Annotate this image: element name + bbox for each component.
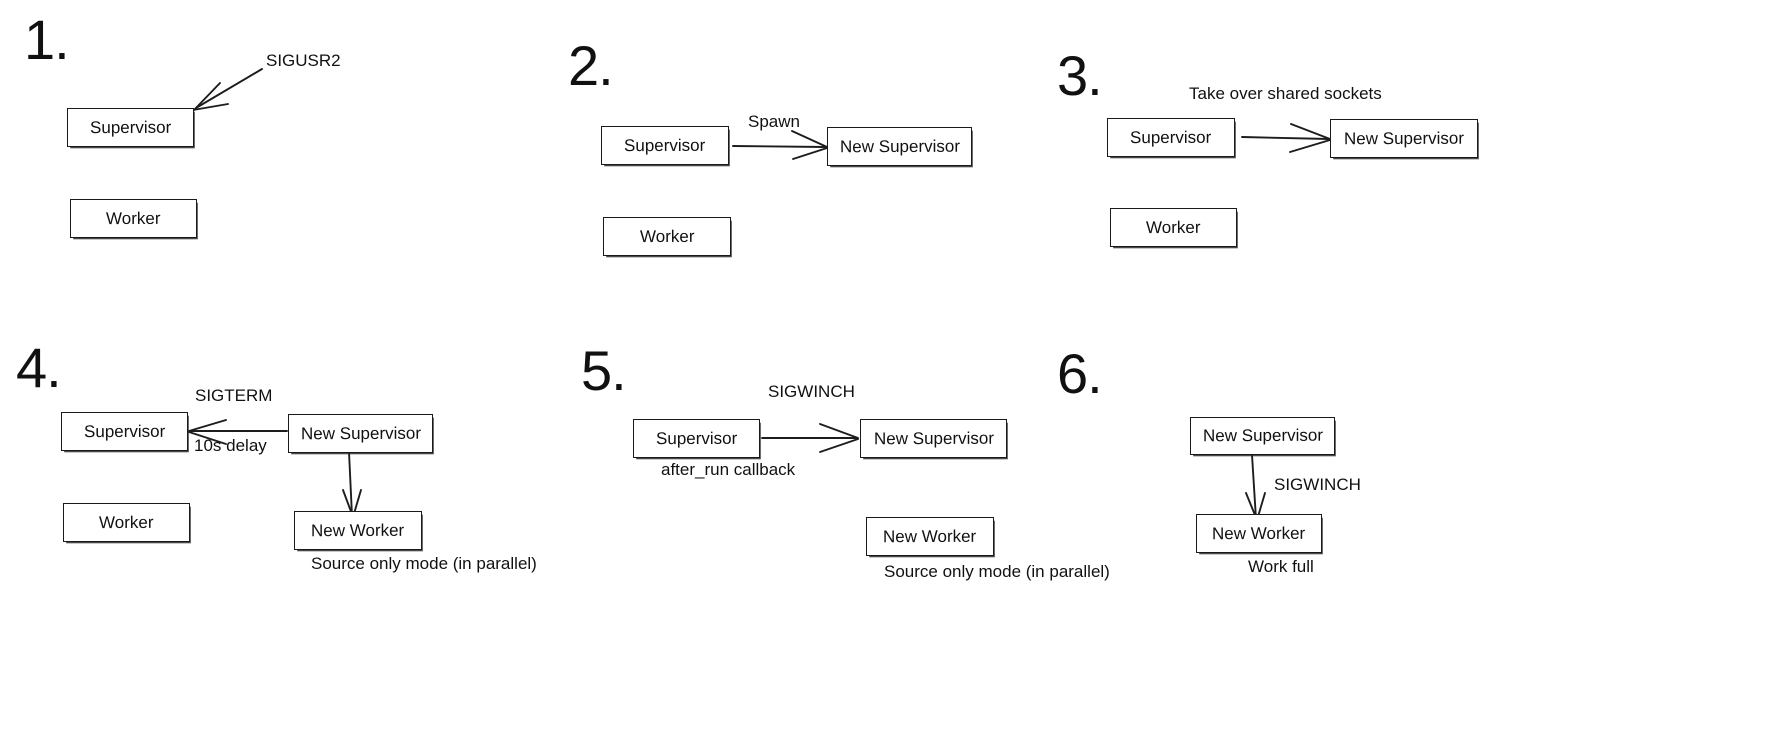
node-label: New Worker: [1212, 523, 1306, 543]
node-new-supervisor-6[interactable]: New Supervisor: [1190, 417, 1335, 455]
arrow-sigwinch-6: [1245, 454, 1266, 521]
node-new-supervisor-4[interactable]: New Supervisor: [288, 414, 433, 453]
panel-2-step-number: 2.: [568, 34, 614, 97]
panel-6-step-number: 6.: [1057, 342, 1103, 405]
panel-5-step-number: 5.: [581, 339, 627, 402]
node-new-supervisor-3[interactable]: New Supervisor: [1330, 119, 1478, 158]
node-label: Supervisor: [655, 428, 738, 448]
node-new-supervisor-2[interactable]: New Supervisor: [827, 127, 972, 166]
panel-3-step-number: 3.: [1057, 44, 1103, 107]
edge-label-sigwinch-6: SIGWINCH: [1274, 475, 1361, 494]
edge-label-sigterm: SIGTERM: [195, 386, 273, 405]
edge-label-spawn: Spawn: [748, 112, 800, 131]
node-label: Supervisor: [624, 135, 706, 155]
node-supervisor-1[interactable]: Supervisor: [67, 108, 194, 147]
node-worker-3[interactable]: Worker: [1110, 208, 1237, 247]
node-label: Worker: [106, 208, 161, 228]
node-label: New Supervisor: [1343, 128, 1465, 148]
node-label: Worker: [1146, 217, 1201, 237]
node-label: Supervisor: [89, 117, 172, 137]
node-label: Supervisor: [1130, 127, 1212, 147]
panel-1-step-number: 1.: [24, 8, 70, 71]
caption-source-only-mode-4: Source only mode (in parallel): [311, 554, 537, 573]
edge-label-10s-delay: 10s delay: [194, 436, 267, 455]
panel-4-step-number: 4.: [16, 336, 62, 399]
arrow-layer: [188, 68, 1331, 521]
arrow-sigusr2: [192, 68, 263, 111]
node-supervisor-3[interactable]: Supervisor: [1107, 118, 1235, 157]
arrow-new-supervisor-to-new-worker-4: [342, 451, 362, 518]
diagram-canvas: 1. Supervisor Worker SIGUSR2 2. Supervis…: [0, 0, 1768, 735]
node-new-worker-6[interactable]: New Worker: [1196, 514, 1322, 553]
node-label: Supervisor: [83, 421, 166, 441]
caption-source-only-mode-5: Source only mode (in parallel): [884, 562, 1110, 581]
node-new-worker-4[interactable]: New Worker: [294, 511, 422, 550]
caption-work-full: Work full: [1248, 557, 1314, 576]
node-worker-4[interactable]: Worker: [63, 503, 190, 542]
node-label: New Supervisor: [873, 428, 994, 448]
edge-label-after-run-callback: after_run callback: [661, 460, 796, 479]
node-worker-2[interactable]: Worker: [603, 217, 731, 256]
node-label: New Supervisor: [1202, 425, 1323, 446]
edge-label-sigwinch-5: SIGWINCH: [768, 382, 855, 401]
arrow-spawn: [732, 130, 828, 160]
arrow-take-over-sockets: [1241, 123, 1331, 153]
node-worker-1[interactable]: Worker: [70, 199, 197, 238]
node-label: New Supervisor: [300, 423, 421, 443]
edge-label-sigusr2: SIGUSR2: [266, 51, 341, 70]
node-label: New Worker: [883, 526, 977, 546]
node-new-worker-5[interactable]: New Worker: [866, 517, 994, 556]
node-new-supervisor-5[interactable]: New Supervisor: [860, 419, 1007, 458]
edge-label-take-over-shared-sockets: Take over shared sockets: [1189, 84, 1382, 103]
node-supervisor-2[interactable]: Supervisor: [601, 126, 729, 165]
node-label: New Worker: [311, 520, 405, 540]
node-supervisor-5[interactable]: Supervisor: [633, 419, 760, 458]
arrow-sigwinch-5: [761, 423, 859, 453]
node-label: Worker: [99, 512, 154, 532]
node-supervisor-4[interactable]: Supervisor: [61, 412, 188, 451]
node-label: Worker: [639, 226, 695, 246]
node-label: New Supervisor: [839, 136, 960, 156]
